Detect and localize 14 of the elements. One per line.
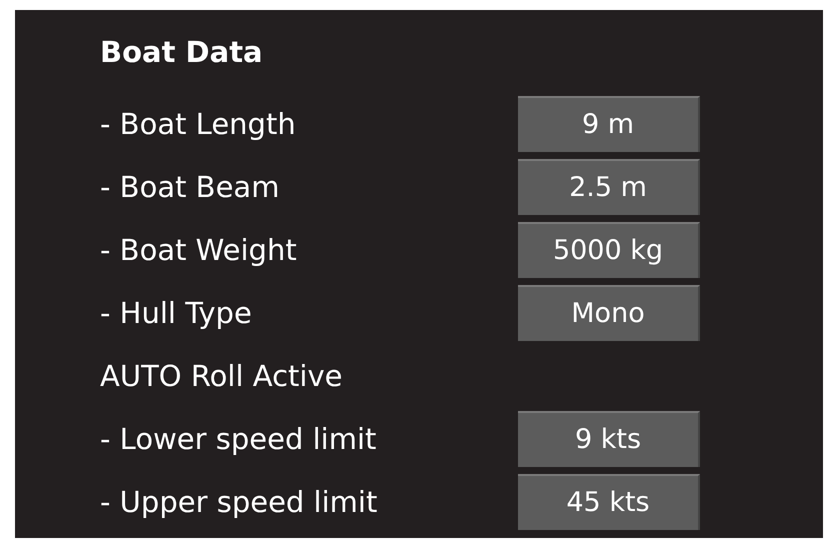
panel-title: Boat Data [100, 34, 264, 71]
value-field[interactable]: 9 m [518, 96, 700, 152]
setting-label: - Boat Weight [100, 232, 298, 266]
value-field[interactable]: 2.5 m [518, 158, 700, 214]
setting-label: - Upper speed limit [100, 484, 378, 518]
value-field[interactable]: 45 kts [518, 474, 700, 530]
value-field[interactable]: Mono [518, 284, 700, 340]
setting-label: - Hull Type [100, 296, 253, 330]
value-field[interactable]: 5000 kg [518, 222, 700, 278]
setting-label: AUTO Roll Active [100, 358, 344, 392]
setting-label: - Boat Beam [100, 170, 280, 204]
value-field[interactable]: 9 kts [518, 410, 700, 466]
setting-label: - Boat Length [100, 106, 297, 140]
setting-label: - Lower speed limit [100, 422, 378, 456]
